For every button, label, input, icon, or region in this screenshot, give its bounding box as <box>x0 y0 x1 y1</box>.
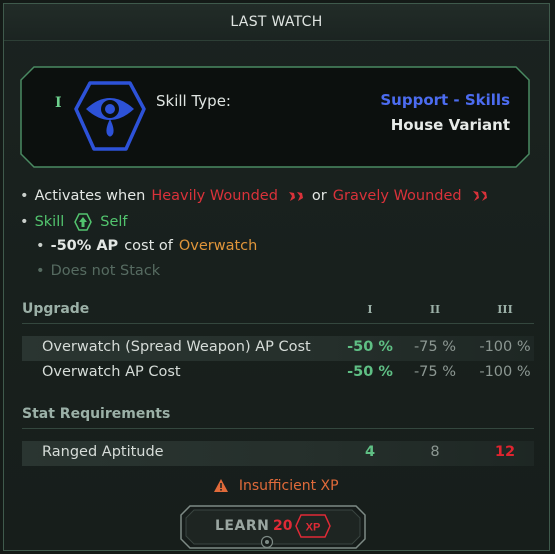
insufficient-xp-warning: Insufficient XP <box>4 478 549 494</box>
condition-heavily-wounded: Heavily Wounded <box>151 188 278 204</box>
or-word: or <box>311 188 327 204</box>
panel-title: LAST WATCH <box>4 4 549 41</box>
self-target-icon <box>74 213 93 231</box>
ap-cost-line: • -50% AP cost of Overwatch <box>36 238 257 254</box>
panel-knob-icon <box>260 535 274 549</box>
upgrade-col-3: III <box>497 303 513 316</box>
upgrade-col-1: I <box>367 303 373 316</box>
upgrade-value-tier-1: -50 % <box>347 364 393 380</box>
bullet: • <box>20 214 29 230</box>
bullet: • <box>20 188 29 204</box>
upgrade-header: Upgrade I II III <box>22 301 534 324</box>
xp-badge-icon: XP <box>295 514 331 538</box>
warning-text: Insufficient XP <box>238 478 339 494</box>
stat-value-tier-2: 8 <box>430 444 440 460</box>
table-row: Overwatch AP Cost -50 % -75 % -100 % <box>22 361 534 386</box>
warning-icon <box>214 479 229 492</box>
stat-row-label: Ranged Aptitude <box>42 444 164 460</box>
target-skill-overwatch: Overwatch <box>178 238 258 254</box>
skill-card: I Skill Type: Support - Skills House Var… <box>20 66 530 168</box>
stat-requirements-title: Stat Requirements <box>22 406 171 422</box>
upgrade-row-label: Overwatch (Spread Weapon) AP Cost <box>42 339 311 355</box>
skill-category: Support - Skills <box>380 91 510 109</box>
self-word: Self <box>100 214 128 230</box>
upgrade-value-tier-2: -75 % <box>413 364 457 380</box>
bullet: • <box>36 263 45 279</box>
upgrade-col-2: II <box>429 303 441 316</box>
activates-prefix: Activates when <box>34 188 146 204</box>
stack-note: Does not Stack <box>50 263 161 279</box>
table-row: Ranged Aptitude 4 8 12 <box>22 441 534 466</box>
skill-word: Skill <box>34 214 65 230</box>
tier-mark: I <box>55 95 62 111</box>
upgrade-row-label: Overwatch AP Cost <box>42 364 181 380</box>
stat-value-tier-1: 4 <box>364 444 376 460</box>
upgrade-value-tier-1: -50 % <box>347 339 393 355</box>
skill-type-label: Skill Type: <box>156 92 231 110</box>
heavily-wounded-icon <box>288 192 303 201</box>
upgrade-title: Upgrade <box>22 301 90 317</box>
eye-tear-icon <box>74 81 146 151</box>
skill-variant: House Variant <box>390 116 510 134</box>
cost-of-text: cost of <box>124 238 173 254</box>
learn-xp-cost: 20 <box>273 518 293 534</box>
bullet: • <box>36 238 45 254</box>
learn-label: LEARN <box>215 518 270 534</box>
stack-note-line: • Does not Stack <box>36 263 160 279</box>
upgrade-value-tier-3: -100 % <box>479 339 531 355</box>
gravely-wounded-icon <box>472 191 487 201</box>
skill-self-line: • Skill Self <box>20 213 128 231</box>
stat-requirements-header: Stat Requirements <box>22 406 534 429</box>
ap-modifier: -50% AP <box>50 238 119 254</box>
skill-tooltip-panel: LAST WATCH I Skill Type: Support - Skill… <box>3 3 550 551</box>
table-row: Overwatch (Spread Weapon) AP Cost -50 % … <box>22 336 534 361</box>
condition-gravely-wounded: Gravely Wounded <box>332 188 462 204</box>
stat-value-tier-3: 12 <box>494 444 516 460</box>
activation-line: • Activates when Heavily Wounded or Grav… <box>20 188 496 204</box>
upgrade-value-tier-2: -75 % <box>413 339 457 355</box>
upgrade-value-tier-3: -100 % <box>479 364 531 380</box>
xp-badge-text: XP <box>306 522 321 534</box>
